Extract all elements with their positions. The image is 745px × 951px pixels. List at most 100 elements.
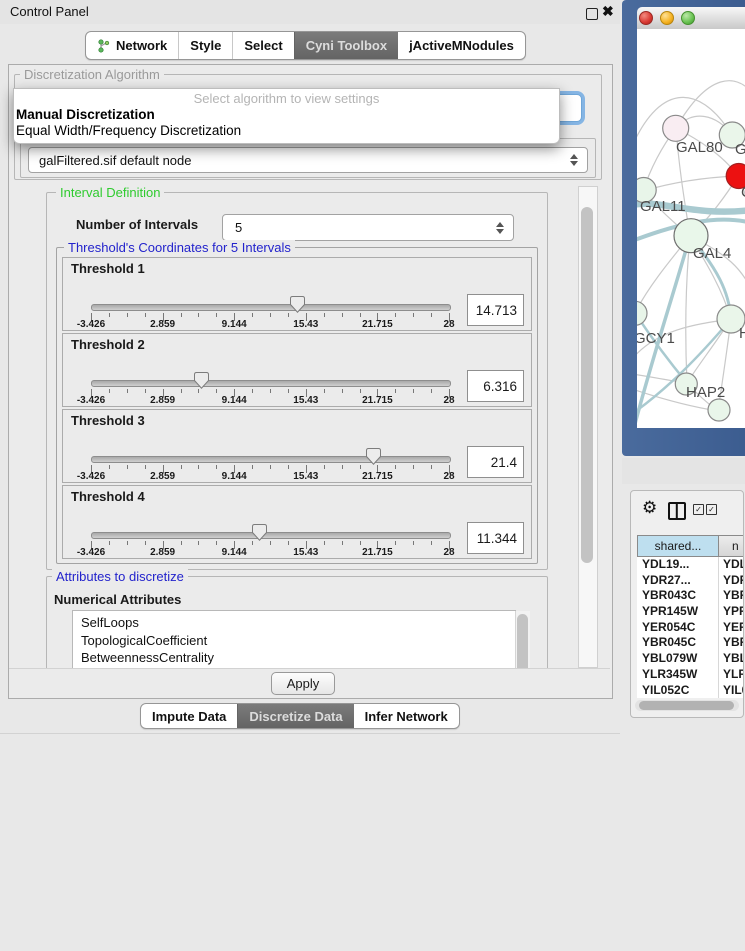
attribute-item-betweennesscentrality[interactable]: BetweennessCentrality [81,649,515,667]
cell-name[interactable]: YDL1 [719,557,744,573]
table-header-row: shared... n [637,535,744,557]
panel-scrollbar-thumb[interactable] [581,207,593,563]
cell-name[interactable]: YBR0 [719,635,744,651]
tab-network[interactable]: Network [86,32,178,59]
network-node[interactable] [663,115,689,141]
slider-tick-labels: -3.4262.8599.14415.4321.71528 [91,395,450,407]
threshold-slider-track[interactable] [91,532,451,539]
cell-name[interactable]: YBL0 [719,651,744,667]
threshold-2-slider-thumb[interactable] [194,372,209,389]
number-of-intervals-label: Number of Intervals [76,217,198,232]
apply-button[interactable]: Apply [271,672,335,695]
cell-shared-name[interactable]: YBR043C [637,588,719,604]
attribute-item-selfloops[interactable]: SelfLoops [81,614,515,632]
tab-select[interactable]: Select [232,32,293,59]
cell-name[interactable]: YLR3 [719,667,744,683]
checkbox-icon[interactable]: ✓ [693,504,704,515]
network-canvas[interactable]: GAL80GAGAL11CGAL4GCY1HHAP2 [637,29,745,428]
table-row[interactable]: YDL19...YDL1 [637,557,744,573]
algorithm-option-manual-discretization[interactable]: Manual Discretization [14,107,559,123]
network-edge[interactable] [686,236,690,383]
network-edge[interactable] [637,313,687,383]
threshold-label: Threshold 3 [71,413,145,428]
network-edge[interactable] [643,176,738,191]
interval-definition-legend: Interval Definition [56,185,164,200]
cell-shared-name[interactable]: YIL052C [637,683,719,699]
cell-name[interactable]: YER0 [719,620,744,636]
threshold-label: Threshold 2 [71,337,145,352]
close-traffic-light-icon[interactable] [639,11,653,25]
table-hscrollbar-thumb[interactable] [639,701,734,710]
zoom-traffic-light-icon[interactable] [681,11,695,25]
network-node[interactable] [637,301,647,325]
node-label-gal4: GAL4 [693,245,731,262]
spinner-arrows-icon [496,222,504,234]
table-row[interactable]: YIL052CYIL0 [637,683,744,699]
tab-cyni-toolbox[interactable]: Cyni Toolbox [294,32,398,59]
table-row[interactable]: YER054CYER0 [637,620,744,636]
threshold-3-value-field[interactable]: 21.4 [467,446,524,478]
attribute-item-topologicalcoefficient[interactable]: TopologicalCoefficient [81,632,515,650]
column-header-name[interactable]: n [719,535,744,557]
threshold-panel-2: Threshold 2 -3.4262.8599.14415.4321.7152… [62,333,532,407]
checkbox-icon[interactable]: ✓ [706,504,717,515]
cell-shared-name[interactable]: YBL079W [637,651,719,667]
close-icon[interactable]: ✖ [602,3,614,20]
table-row[interactable]: YBR043CYBR0 [637,588,744,604]
cell-shared-name[interactable]: YDR27... [637,573,719,589]
threshold-1-value-field[interactable]: 14.713 [467,294,524,326]
mode-tab-impute-data[interactable]: Impute Data [141,704,237,728]
table-row[interactable]: YPR145WYPR1 [637,604,744,620]
cyni-mode-tab-bar: Impute DataDiscretize DataInfer Network [140,703,460,729]
network-window-titlebar[interactable] [637,7,745,30]
cell-shared-name[interactable]: YPR145W [637,604,719,620]
slider-tick-labels: -3.4262.8599.14415.4321.71528 [91,319,450,331]
column-header-shared-name[interactable]: shared... [637,535,719,557]
float-window-icon[interactable] [586,8,598,20]
discretization-algorithm-legend: Discretization Algorithm [20,67,164,82]
cell-name[interactable]: YBR0 [719,588,744,604]
cell-name[interactable]: YPR1 [719,604,744,620]
cell-name[interactable]: YDR2 [719,573,744,589]
cell-name[interactable]: YIL0 [719,683,744,699]
number-of-intervals-select[interactable]: 5 [222,214,514,241]
cell-shared-name[interactable]: YER054C [637,620,719,636]
threshold-1-slider-thumb[interactable] [290,296,305,313]
table-row[interactable]: YDR27...YDR2 [637,573,744,589]
threshold-2-value-field[interactable]: 6.316 [467,370,524,402]
numerical-attributes-label: Numerical Attributes [54,592,181,607]
node-label-gal80: GAL80 [676,139,723,156]
tab-style[interactable]: Style [178,32,232,59]
network-node[interactable] [708,399,730,421]
table-row[interactable]: YBL079WYBL0 [637,651,744,667]
table-row[interactable]: YBR045CYBR0 [637,635,744,651]
threshold-3-slider-thumb[interactable] [366,448,381,465]
node-label-gcy1: GCY1 [637,330,675,347]
table-row[interactable]: YLR345WYLR3 [637,667,744,683]
threshold-4-slider-thumb[interactable] [252,524,267,541]
control-panel-title: Control Panel [10,4,89,19]
minimize-traffic-light-icon[interactable] [660,11,674,25]
node-label-ga: GA [735,141,745,158]
threshold-4-value-field[interactable]: 11.344 [467,522,524,554]
algorithm-option-equal-width-frequency-discretization[interactable]: Equal Width/Frequency Discretization [14,123,559,139]
mode-tab-infer-network[interactable]: Infer Network [354,704,459,728]
spinner-arrows-icon [570,154,578,166]
threshold-slider-track[interactable] [91,380,451,387]
cell-shared-name[interactable]: YDL19... [637,557,719,573]
threshold-label: Threshold 4 [71,489,145,504]
tab-jactivemnodules[interactable]: jActiveMNodules [398,32,525,59]
node-label-c: C [741,184,745,201]
algorithm-placeholder-item[interactable]: Select algorithm to view settings [14,89,559,107]
table-data-select[interactable]: galFiltered.sif default node [28,147,588,173]
cell-shared-name[interactable]: YLR345W [637,667,719,683]
threshold-slider-track[interactable] [91,456,451,463]
cell-shared-name[interactable]: YBR045C [637,635,719,651]
table-panel-header: Table Panel [622,458,745,484]
gear-icon[interactable]: ⚙ [642,498,657,518]
mode-tab-discretize-data[interactable]: Discretize Data [237,704,353,728]
slider-tick-labels: -3.4262.8599.14415.4321.71528 [91,471,450,483]
threshold-slider-track[interactable] [91,304,451,311]
split-view-icon[interactable] [668,502,686,520]
bottom-divider [0,733,620,734]
